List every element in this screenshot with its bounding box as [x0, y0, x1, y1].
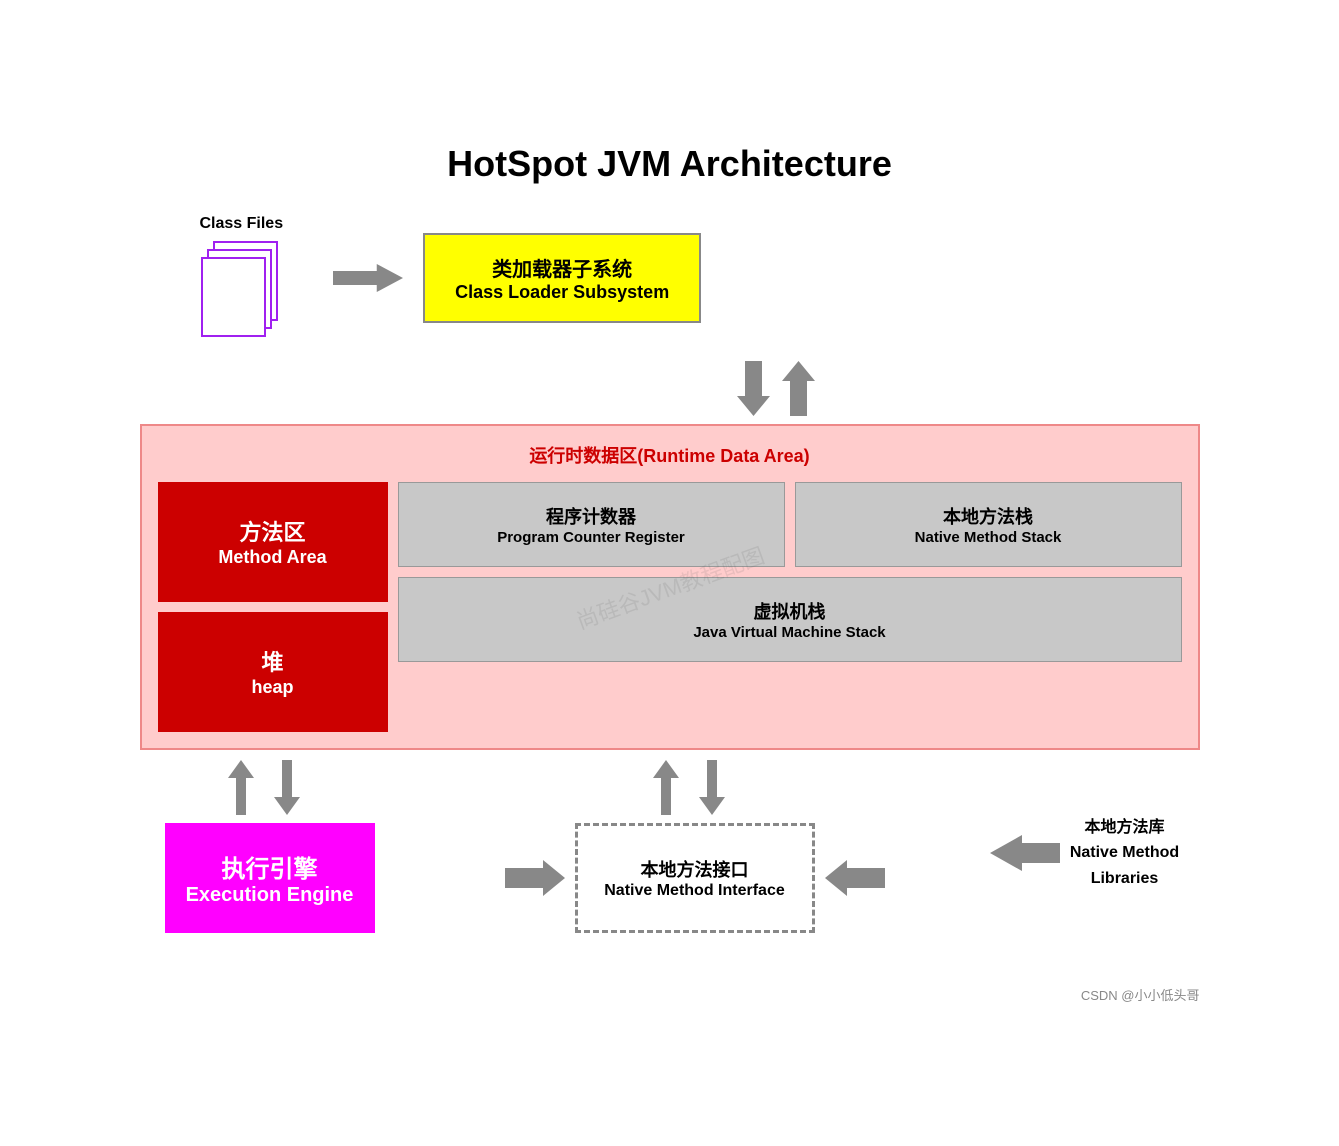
jvm-stack-en: Java Virtual Machine Stack [693, 624, 885, 641]
page-title: HotSpot JVM Architecture [140, 143, 1200, 185]
heap-cn: 堆 [261, 645, 283, 677]
libraries-arrow [990, 833, 1060, 873]
runtime-label: 运行时数据区(Runtime Data Area) [158, 442, 1182, 468]
libraries-row: 本地方法库 Native Method Libraries [990, 815, 1179, 892]
vertical-arrows-top [360, 361, 1200, 416]
runtime-grid: 方法区 Method Area 堆 heap 程序计数器 Program Cou… [158, 482, 1182, 732]
jvm-stack-cn: 虚拟机栈 [754, 598, 826, 624]
native-arrows-top [653, 760, 737, 815]
exec-engine-en: Execution Engine [186, 884, 354, 907]
native-method-stack-en: Native Method Stack [915, 529, 1062, 546]
class-loader-arrow [333, 258, 403, 298]
execution-engine-box: 执行引擎 Execution Engine [165, 823, 375, 933]
bottom-section: 执行引擎 Execution Engine 本地 [140, 760, 1200, 973]
class-loader-box: 类加载器子系统 Class Loader Subsystem [423, 233, 701, 323]
exec-second-arrow [665, 939, 725, 973]
file-stack [201, 241, 281, 341]
right-column: 程序计数器 Program Counter Register 本地方法栈 Nat… [398, 482, 1182, 732]
native-interface-en: Native Method Interface [604, 882, 784, 900]
method-area-box: 方法区 Method Area [158, 482, 388, 602]
heap-en: heap [251, 677, 293, 698]
exec-to-native-arrow [505, 858, 565, 898]
file-page-3 [201, 257, 266, 337]
bottom-right: 本地方法库 Native Method Libraries [970, 760, 1200, 892]
method-area-cn: 方法区 [239, 515, 305, 547]
right-top-row: 程序计数器 Program Counter Register 本地方法栈 Nat… [398, 482, 1182, 567]
program-counter-box: 程序计数器 Program Counter Register [398, 482, 785, 567]
native-method-stack-cn: 本地方法栈 [943, 503, 1033, 529]
class-loader-en: Class Loader Subsystem [455, 282, 669, 303]
class-loader-cn: 类加载器子系统 [455, 253, 669, 282]
class-files-group: Class Files [200, 215, 284, 341]
program-counter-cn: 程序计数器 [546, 503, 636, 529]
native-interface-cn: 本地方法接口 [641, 856, 749, 882]
credits: CSDN @小小低头哥 [140, 985, 1200, 1004]
native-method-stack-box: 本地方法栈 Native Method Stack [795, 482, 1182, 567]
exec-arrows-top [228, 760, 312, 815]
jvm-stack-box: 虚拟机栈 Java Virtual Machine Stack [398, 577, 1182, 662]
method-area-en: Method Area [218, 547, 326, 568]
class-files-label: Class Files [200, 215, 284, 233]
program-counter-en: Program Counter Register [497, 529, 685, 546]
left-column: 方法区 Method Area 堆 heap [158, 482, 388, 732]
native-interface-box: 本地方法接口 Native Method Interface [575, 823, 815, 933]
exec-engine-cn: 执行引擎 [222, 849, 318, 884]
native-libraries-label: 本地方法库 Native Method Libraries [1070, 815, 1179, 892]
native-interface-row: 本地方法接口 Native Method Interface [505, 823, 885, 933]
bottom-left: 执行引擎 Execution Engine [140, 760, 400, 933]
bottom-center: 本地方法接口 Native Method Interface [420, 760, 970, 973]
native-to-exec-arrow [825, 858, 885, 898]
heap-box: 堆 heap [158, 612, 388, 732]
runtime-area: 尚硅谷JVM教程配图 运行时数据区(Runtime Data Area) 方法区… [140, 424, 1200, 750]
